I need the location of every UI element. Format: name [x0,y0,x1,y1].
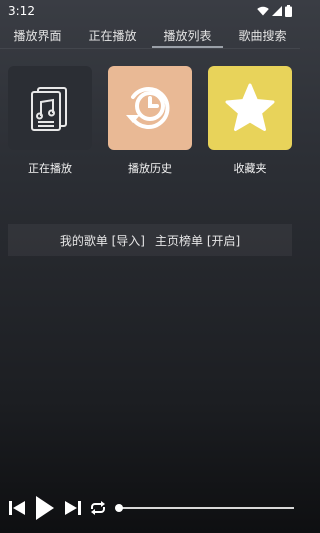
status-icons [257,5,292,17]
tile-play-history[interactable]: 播放历史 [108,66,192,176]
tile-favorites-box [208,66,292,150]
play-button[interactable] [32,495,58,521]
status-bar: 3:12 [0,0,300,22]
player-controls [0,493,300,523]
status-time: 3:12 [8,4,35,18]
next-button[interactable] [64,498,82,518]
signal-icon [272,6,282,16]
tile-favorites[interactable]: 收藏夹 [208,66,292,176]
progress-knob[interactable] [115,504,123,512]
wifi-icon [257,6,269,16]
tab-now-playing[interactable]: 正在播放 [75,22,150,48]
history-clock-icon [126,87,170,129]
tab-player-view[interactable]: 播放界面 [0,22,75,48]
tile-now-playing-box [8,66,92,150]
skip-next-icon [65,501,81,515]
tile-play-history-box [108,66,192,150]
music-document-icon [31,87,67,131]
previous-button[interactable] [8,498,26,518]
tile-now-playing-label: 正在播放 [28,162,72,175]
progress-bar[interactable] [115,501,294,515]
playlist-grid: 正在播放 播放历史 收藏夹 [0,66,300,176]
skip-previous-icon [9,501,25,515]
repeat-icon [91,501,105,515]
tab-bar: 播放界面 正在播放 播放列表 歌曲搜索 [0,22,300,48]
playlist-options-bar: 我的歌单 [导入] 主页榜单 [开启] [8,224,292,256]
progress-track [116,507,294,509]
home-chart-toggle-link[interactable]: 主页榜单 [开启] [155,232,240,249]
play-icon [36,496,54,520]
battery-icon [285,5,292,17]
tab-playlist[interactable]: 播放列表 [150,22,225,48]
tab-song-search[interactable]: 歌曲搜索 [225,22,300,48]
my-songs-import-link[interactable]: 我的歌单 [导入] [60,232,145,249]
repeat-button[interactable] [88,498,108,518]
tile-favorites-label: 收藏夹 [233,162,267,175]
tab-divider [0,48,300,49]
tile-play-history-label: 播放历史 [128,162,172,175]
tile-now-playing[interactable]: 正在播放 [8,66,92,176]
star-icon [225,83,275,131]
